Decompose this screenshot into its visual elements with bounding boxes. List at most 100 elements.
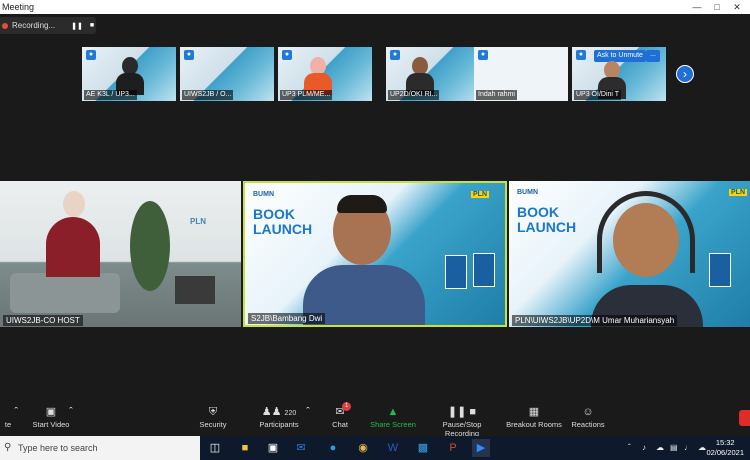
taskbar-search-box[interactable]: ⚲ Type here to search bbox=[0, 436, 200, 460]
recording-label: Recording... bbox=[12, 21, 56, 30]
chevron-up-icon[interactable]: ˆ bbox=[64, 404, 78, 420]
file-explorer-icon[interactable]: ■ bbox=[236, 439, 254, 457]
slide-title-line2: LAUNCH bbox=[253, 221, 313, 237]
participant-name: UIWS2JB-CO HOST bbox=[3, 315, 83, 326]
reactions-button[interactable]: ☺ Reactions bbox=[570, 404, 606, 429]
plant bbox=[130, 201, 170, 291]
participant-name: Indah rahmi bbox=[476, 90, 517, 100]
search-icon: ⚲ bbox=[4, 442, 12, 453]
word-icon[interactable]: W bbox=[384, 439, 402, 457]
active-speaker-tile[interactable]: BUMN PLN BOOK LAUNCH S2JB\Bambang Dwi bbox=[243, 181, 507, 327]
mail-icon[interactable]: ✉ bbox=[292, 439, 310, 457]
edge-icon[interactable]: ● bbox=[324, 439, 342, 457]
participants-button[interactable]: ♟♟ 220 Participants bbox=[256, 404, 302, 429]
book-cover bbox=[445, 255, 467, 289]
task-view-icon[interactable]: ◫ bbox=[206, 439, 224, 457]
video-tile[interactable]: PLN UIWS2JB-CO HOST bbox=[0, 181, 241, 327]
photos-icon[interactable]: ▩ bbox=[414, 439, 432, 457]
cloud-icon[interactable]: ☁ bbox=[698, 436, 706, 460]
chevron-up-icon[interactable]: ˆ bbox=[302, 404, 314, 420]
zoom-logo-icon: ● bbox=[390, 50, 400, 60]
participants-icon: ♟♟ 220 bbox=[261, 406, 297, 418]
participant-thumbnail[interactable]: ● UP2D/OKI RI... bbox=[386, 47, 480, 101]
participant-name: AE K3L / UP3... bbox=[84, 90, 137, 100]
participant-name: UP2D/OKI RI... bbox=[388, 90, 440, 100]
pause-stop-icon: ❚❚ ■ bbox=[447, 406, 477, 418]
network-icon[interactable]: ▤ bbox=[670, 436, 678, 460]
share-screen-button[interactable]: ▲ Share Screen bbox=[370, 404, 416, 429]
participant-thumbnail[interactable]: ● UP3 PLM/ME... bbox=[278, 47, 372, 101]
sofa bbox=[10, 273, 120, 313]
zoom-logo-icon: ● bbox=[478, 50, 488, 60]
speaker-video bbox=[613, 203, 679, 277]
chat-label: Chat bbox=[332, 420, 348, 429]
participant-name: PLN\UIWS2JB\UP2D\M Umar Muhariansyah bbox=[512, 315, 678, 326]
share-screen-label: Share Screen bbox=[370, 420, 416, 429]
windows-taskbar: ⚲ Type here to search ◫ ■ ▣ ✉ ● ◉ W ▩ P … bbox=[0, 436, 750, 460]
powerpoint-icon[interactable]: P bbox=[444, 439, 462, 457]
next-page-chevron-icon[interactable]: › bbox=[676, 65, 694, 83]
smiley-icon: ☺ bbox=[582, 406, 594, 418]
reactions-label: Reactions bbox=[571, 420, 605, 429]
close-icon[interactable]: ✕ bbox=[728, 0, 746, 14]
zoom-logo-icon: ● bbox=[184, 50, 194, 60]
host-video bbox=[63, 191, 85, 217]
video-tile[interactable]: BUMN PLN BOOK LAUNCH PLN\UIWS2JB\UP2D\M … bbox=[509, 181, 750, 327]
chevron-up-icon[interactable]: ˆ bbox=[0, 404, 18, 420]
participants-label: Participants bbox=[259, 420, 299, 429]
onedrive-icon[interactable]: ☁ bbox=[656, 436, 664, 460]
pause-icon[interactable]: ❚❚ bbox=[71, 22, 83, 30]
security-label: Security bbox=[199, 420, 227, 429]
share-screen-icon: ▲ bbox=[387, 406, 399, 418]
chat-button[interactable]: ✉ 1 Chat bbox=[326, 402, 354, 429]
participant-name: S2JB\Bambang Dwi bbox=[248, 313, 326, 324]
more-options-button[interactable]: ... bbox=[646, 50, 660, 62]
book-cover bbox=[709, 253, 731, 287]
start-video-label: Start Video bbox=[32, 420, 70, 429]
chrome-icon[interactable]: ◉ bbox=[354, 439, 372, 457]
maximize-icon[interactable]: □ bbox=[708, 0, 726, 14]
pln-logo: PLN bbox=[729, 189, 747, 196]
mute-label: te bbox=[4, 420, 12, 429]
store-icon[interactable]: ▣ bbox=[264, 439, 282, 457]
participant-name: UIWS2JB / O... bbox=[182, 90, 234, 100]
bumn-logo: BUMN bbox=[517, 189, 538, 196]
meeting-toolbar: ˆ te ▣ Start Video ˆ ⛨ Security ♟♟ 220 P… bbox=[0, 400, 750, 438]
zoom-taskbar-icon[interactable]: ▶ bbox=[472, 439, 490, 457]
clock-time: 15:32 bbox=[715, 438, 735, 447]
speaker-hair bbox=[337, 195, 387, 213]
bumn-logo: BUMN bbox=[253, 191, 274, 198]
slide-title-line1: BOOK bbox=[253, 206, 295, 222]
breakout-rooms-label: Breakout Rooms bbox=[506, 420, 562, 429]
participant-thumbnail[interactable]: ● AE K3L / UP3... bbox=[82, 47, 176, 101]
microphone-icon[interactable]: ♪ bbox=[642, 436, 646, 460]
window-title: Meeting bbox=[2, 2, 35, 12]
participants-options-chevron[interactable]: ˆ bbox=[302, 404, 314, 420]
breakout-rooms-button[interactable]: ▦ Breakout Rooms bbox=[506, 404, 562, 429]
video-options-chevron[interactable]: ˆ bbox=[64, 404, 78, 420]
zoom-logo-icon: ● bbox=[282, 50, 292, 60]
end-meeting-button[interactable] bbox=[739, 410, 750, 426]
show-hidden-icons-chevron[interactable]: ˆ bbox=[628, 436, 631, 460]
participant-thumbnail[interactable]: ● Indah rahmi bbox=[474, 47, 568, 101]
recording-dot-icon bbox=[2, 22, 8, 29]
taskbar-clock[interactable]: 15:32 02/06/2021 bbox=[706, 438, 744, 458]
security-button[interactable]: ⛨ Security bbox=[196, 404, 230, 429]
host-video-body bbox=[46, 217, 100, 277]
pln-logo: PLN bbox=[190, 217, 206, 226]
volume-icon[interactable]: ♩ bbox=[684, 436, 692, 460]
table bbox=[175, 276, 215, 304]
minimize-icon[interactable]: — bbox=[688, 0, 706, 14]
participant-thumbnail[interactable]: ● Ask to Unmute ... UP3 OI/Dini T bbox=[572, 47, 666, 101]
participant-thumbnail[interactable]: ● UIWS2JB / O... bbox=[180, 47, 274, 101]
participant-name: UP3 OI/Dini T bbox=[574, 90, 622, 100]
breakout-rooms-icon: ▦ bbox=[528, 406, 540, 418]
stop-icon[interactable]: ■ bbox=[90, 22, 94, 29]
mute-button[interactable]: ˆ te bbox=[0, 404, 18, 429]
pln-logo: PLN bbox=[471, 191, 489, 198]
participant-name: UP3 PLM/ME... bbox=[280, 90, 333, 100]
book-cover bbox=[473, 253, 495, 287]
slide-title-line1: BOOK bbox=[517, 204, 559, 220]
recording-indicator: Recording... ❚❚ ■ bbox=[0, 17, 96, 34]
pause-stop-recording-button[interactable]: ❚❚ ■ Pause/Stop Recording bbox=[426, 404, 498, 438]
